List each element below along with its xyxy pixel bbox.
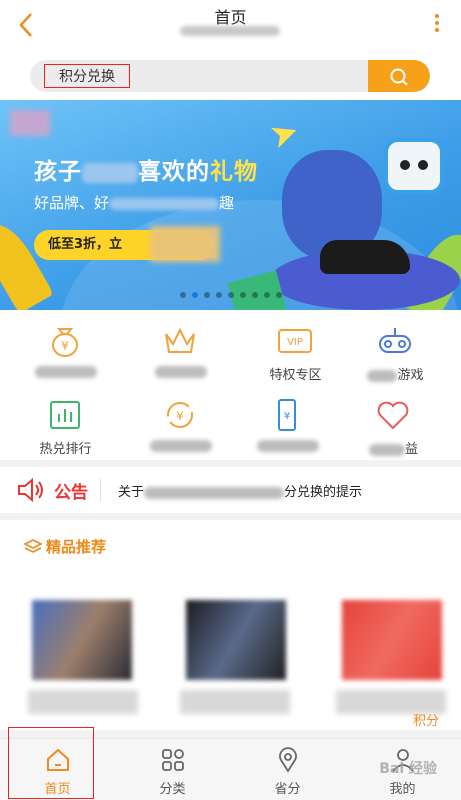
- section-title: 精品推荐: [23, 536, 106, 557]
- more-vertical-icon: [435, 14, 439, 18]
- carousel-dot[interactable]: [275, 292, 282, 298]
- carousel-dot[interactable]: [203, 292, 210, 298]
- bar-chart-icon: [50, 401, 80, 429]
- page-title: 首页: [214, 8, 247, 27]
- search-input[interactable]: 积分兑换: [44, 64, 130, 88]
- page-subtitle-redacted: [180, 26, 280, 36]
- carousel-dot[interactable]: [215, 292, 222, 298]
- product-name-redacted[interactable]: [28, 690, 138, 714]
- product-image[interactable]: [32, 600, 132, 680]
- search-icon: [390, 68, 408, 86]
- blurred-logo: [10, 110, 50, 136]
- product-name-redacted[interactable]: [180, 690, 290, 714]
- toy-car: [320, 240, 410, 274]
- money-bag-icon: ¥: [52, 328, 78, 357]
- vip-icon: VIP: [278, 329, 312, 353]
- product-price: 积分: [412, 714, 439, 729]
- category-item-exchange[interactable]: ¥: [123, 390, 238, 465]
- product-image[interactable]: [342, 600, 442, 680]
- announcement-text[interactable]: 关于 分兑换的提示: [118, 481, 362, 500]
- category-item-charity[interactable]: 益: [336, 390, 451, 465]
- product-image[interactable]: [186, 600, 286, 680]
- layers-icon: [23, 539, 43, 553]
- recommended-section: 精品推荐 积分: [0, 520, 461, 730]
- coin-exchange-icon: ¥: [167, 402, 193, 428]
- nav-item-province[interactable]: 省分: [230, 739, 345, 800]
- search-box[interactable]: 积分兑换: [30, 60, 430, 92]
- announcement-label: 公告: [54, 483, 88, 503]
- grid-icon: [162, 749, 184, 771]
- svg-text:¥: ¥: [61, 339, 69, 353]
- paper-plane-icon: ➤: [264, 110, 305, 158]
- banner-subtitle: 好品牌、好趣: [34, 194, 235, 212]
- carousel-dots: [0, 283, 461, 302]
- carousel-dot[interactable]: [263, 292, 270, 298]
- promo-banner[interactable]: 孩子 喜欢的礼物 好品牌、好趣 低至3折，立 ➤: [0, 100, 461, 310]
- svg-text:VIP: VIP: [287, 337, 303, 348]
- category-item-crown[interactable]: [123, 316, 238, 391]
- search-bar: 积分兑换: [0, 50, 461, 100]
- category-item-ranking[interactable]: 热兑排行: [8, 390, 123, 465]
- carousel-dot[interactable]: [251, 292, 258, 298]
- phone-icon: ¥: [278, 399, 296, 431]
- nav-item-category[interactable]: 分类: [115, 739, 230, 800]
- carousel-dot[interactable]: [179, 292, 186, 298]
- announcement-bar[interactable]: 公告 关于 分兑换的提示: [0, 467, 461, 513]
- svg-text:¥: ¥: [176, 409, 184, 423]
- more-button[interactable]: [433, 14, 441, 36]
- robot-toy: [384, 138, 444, 194]
- top-bar: 首页: [0, 0, 461, 50]
- category-item-phone[interactable]: ¥: [230, 390, 345, 465]
- category-item-game[interactable]: 游戏: [338, 316, 453, 391]
- svg-text:¥: ¥: [284, 411, 290, 422]
- crown-icon: [165, 327, 195, 353]
- highlight-box: [8, 727, 94, 799]
- location-icon: [279, 747, 297, 773]
- category-item-money[interactable]: ¥: [8, 316, 123, 391]
- carousel-dot-active[interactable]: [191, 292, 198, 298]
- carousel-dot[interactable]: [239, 292, 246, 298]
- category-item-vip[interactable]: VIP 特权专区: [238, 316, 353, 391]
- carousel-dot[interactable]: [227, 292, 234, 298]
- watermark: Bai 经验: [379, 761, 437, 777]
- category-grid: ¥ VIP 特权专区 游戏 热兑排行 ¥ ¥ 益: [0, 310, 461, 460]
- gamepad-icon: [379, 328, 411, 353]
- app-page: 首页 积分兑换 孩子 喜欢的礼物 好品牌、好趣 低至3折，立 ➤ ¥ VIP 特…: [0, 0, 461, 800]
- heart-icon: [377, 401, 409, 430]
- banner-title: 孩子 喜欢的礼物: [34, 159, 258, 185]
- speaker-icon: [18, 477, 43, 503]
- search-button[interactable]: [368, 60, 430, 92]
